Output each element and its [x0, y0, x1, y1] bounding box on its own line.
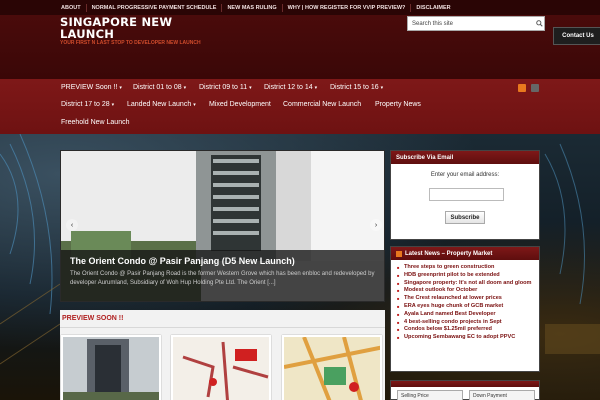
news-link[interactable]: ERA eyes huge chunk of GCB market	[397, 303, 535, 311]
subscribe-button[interactable]: Subscribe	[445, 211, 485, 224]
chevron-down-icon: ▾	[119, 85, 122, 91]
nav-item-label: District 09 to 11	[199, 84, 248, 91]
selling-price-field[interactable]: Selling Price	[397, 390, 463, 400]
rss-icon	[396, 250, 402, 257]
topbar-link-payment-schedule[interactable]: NORMAL PROGRESSIVE PAYMENT SCHEDULE	[87, 3, 223, 12]
nav-item-district-01-08[interactable]: District 01 to 08 ▾	[133, 84, 186, 91]
section-title: PREVIEW SOON !!	[62, 315, 124, 322]
chevron-down-icon: ▾	[314, 85, 318, 91]
preview-thumbnail[interactable]	[171, 335, 271, 400]
divider	[60, 327, 385, 328]
slide-title[interactable]: The Orient Condo @ Pasir Panjang (D5 New…	[70, 256, 377, 266]
news-link[interactable]: Modest outlook for October	[397, 287, 535, 295]
nav-item-label: District 12 to 14	[264, 84, 313, 91]
slider-next-arrow-icon[interactable]: ›	[370, 219, 382, 231]
search-icon[interactable]	[534, 19, 544, 29]
preview-thumbnail[interactable]	[61, 335, 161, 400]
chevron-down-icon: ▾	[249, 85, 252, 91]
nav-item-commercial-new-launch[interactable]: Commercial New Launch	[283, 101, 361, 108]
widget-title-text: Latest News – Property Market	[405, 250, 493, 257]
search-placeholder: Search this site	[412, 20, 454, 27]
preview-soon-section: PREVIEW SOON !!	[60, 310, 385, 400]
nav-item-label: Landed New Launch	[127, 101, 192, 108]
social-icon[interactable]	[531, 84, 539, 92]
nav-item-landed-new-launch[interactable]: Landed New Launch ▾	[127, 101, 196, 108]
news-link[interactable]: 4 best-selling condo projects in Sept	[397, 319, 535, 327]
nav-item-label: District 15 to 16	[330, 84, 379, 91]
news-link[interactable]: HDB greenprint pilot to be extended	[397, 272, 535, 280]
email-field[interactable]	[429, 188, 504, 201]
slide-caption: The Orient Condo @ Pasir Panjang (D5 New…	[61, 250, 384, 301]
nav-item-freehold-new-launch[interactable]: Freehold New Launch	[61, 119, 130, 126]
topbar-link-disclaimer[interactable]: DISCLAIMER	[411, 4, 455, 12]
slide-description: The Orient Condo @ Pasir Panjang Road is…	[70, 271, 375, 286]
news-link[interactable]: Condos below $1.25mil preferred	[397, 326, 535, 334]
nav-item-district-12-14[interactable]: District 12 to 14 ▾	[264, 84, 317, 91]
nav-item-mixed-development[interactable]: Mixed Development	[209, 101, 271, 108]
news-link[interactable]: Ayala Land named Best Developer	[397, 311, 535, 319]
nav-item-label: District 01 to 08	[133, 84, 182, 91]
news-link[interactable]: The Crest relaunched at lower prices	[397, 295, 535, 303]
nav-item-district-17-28[interactable]: District 17 to 28 ▾	[61, 101, 114, 108]
email-label: Enter your email address:	[430, 172, 500, 178]
news-list: Three steps to green construction HDB gr…	[391, 260, 539, 342]
nav-item-district-15-16[interactable]: District 15 to 16 ▾	[330, 84, 383, 91]
site-title[interactable]: SINGAPORE NEW LAUNCH	[60, 16, 200, 40]
featured-slider[interactable]: The Orient Condo @ Pasir Panjang (D5 New…	[60, 150, 385, 302]
topbar-link-mas-ruling[interactable]: NEW MAS RULING	[222, 3, 283, 12]
nav-item-preview-soon[interactable]: PREVIEW Soon !! ▾	[61, 84, 122, 91]
site-tagline: YOUR FIRST N LAST STOP TO DEVELOPER NEW …	[60, 40, 201, 46]
topbar-link-vvip-preview[interactable]: WHY | HOW REGISTER FOR VVIP PREVIEW?	[283, 3, 412, 12]
preview-thumbnail[interactable]	[282, 335, 382, 400]
topbar-link-about[interactable]: ABOUT	[56, 3, 87, 12]
subscribe-widget: Subscribe Via Email Enter your email add…	[390, 150, 540, 240]
widget-title: Subscribe Via Email	[391, 151, 539, 164]
search-input[interactable]: Search this site	[407, 16, 545, 31]
top-navigation-bar: ABOUT NORMAL PROGRESSIVE PAYMENT SCHEDUL…	[0, 0, 600, 15]
chevron-down-icon: ▾	[380, 85, 384, 91]
chevron-down-icon: ▾	[183, 85, 187, 91]
widget-title: Latest News – Property Market	[391, 247, 539, 260]
nav-item-property-news[interactable]: Property News	[375, 101, 421, 108]
nav-item-label: District 17 to 28	[61, 101, 110, 108]
chevron-down-icon: ▾	[193, 102, 196, 108]
nav-item-label: PREVIEW Soon !!	[61, 84, 118, 91]
latest-news-widget: Latest News – Property Market Three step…	[390, 246, 540, 372]
main-navigation: PREVIEW Soon !! ▾ District 01 to 08 ▾ Dist…	[0, 79, 600, 134]
calculator-widget: Selling Price Down Payment	[390, 380, 540, 400]
slider-prev-arrow-icon[interactable]: ‹	[66, 219, 78, 231]
rss-icon[interactable]	[518, 84, 526, 92]
chevron-down-icon: ▾	[111, 102, 115, 108]
news-link[interactable]: Three steps to green construction	[397, 264, 535, 272]
news-link[interactable]: Upcoming Sembawang EC to adopt PPVC	[397, 334, 535, 342]
nav-item-district-09-11[interactable]: District 09 to 11 ▾	[199, 84, 252, 91]
down-payment-field[interactable]: Down Payment	[469, 390, 535, 400]
widget-header-bar	[391, 381, 539, 387]
contact-us-button[interactable]: Contact Us	[553, 27, 600, 45]
news-link[interactable]: Singapore property: It's not all doom an…	[397, 280, 535, 288]
